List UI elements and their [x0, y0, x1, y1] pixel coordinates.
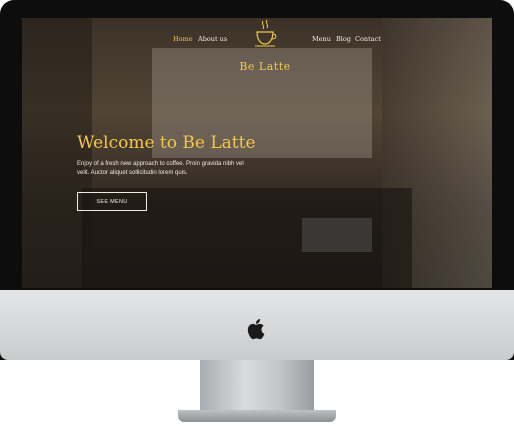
apple-logo-icon [247, 319, 265, 340]
nav-blog[interactable]: Blog [336, 35, 351, 43]
brand-name[interactable]: Be Latte [232, 60, 298, 73]
nav-about-us[interactable]: About us [198, 35, 227, 43]
website-screen: Home About us Menu Blog Contact Be Latte… [22, 18, 492, 288]
hero-title: Welcome to Be Latte [77, 133, 256, 153]
coffee-cup-icon[interactable] [252, 18, 278, 52]
nav-menu[interactable]: Menu [312, 35, 331, 43]
nav-home[interactable]: Home [173, 35, 193, 43]
nav-contact[interactable]: Contact [355, 35, 381, 43]
see-menu-button[interactable]: SEE MENU [77, 192, 147, 211]
monitor-stand-base [178, 410, 336, 422]
monitor-stand [200, 360, 314, 416]
navbar: Home About us Menu Blog Contact Be Latte [22, 18, 492, 73]
hero-text: Enjoy of a fresh new approach to coffee.… [77, 161, 244, 176]
